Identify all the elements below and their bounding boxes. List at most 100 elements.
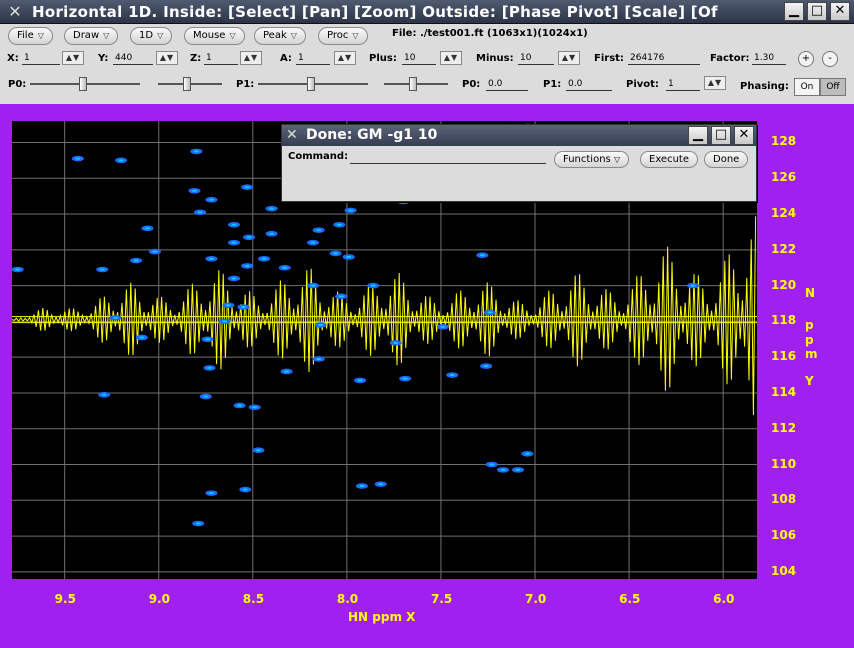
command-input[interactable] [350, 152, 546, 164]
title-bar[interactable]: ✕ Horizontal 1D. Inside: [Select] [Pan] … [0, 0, 854, 24]
y-axis-label-char: m [805, 347, 818, 361]
peak-center [240, 306, 246, 309]
x-tick-label: 7.0 [525, 592, 547, 606]
pivot-field[interactable]: 1 [666, 78, 700, 91]
peak-center [193, 150, 199, 153]
plus-label: Plus: [369, 53, 397, 64]
x-spinner[interactable]: ▲▼ [62, 51, 84, 65]
x-tick-label: 6.0 [713, 592, 735, 606]
p0-value-field[interactable]: 0.0 [486, 78, 528, 91]
phasing-off-button[interactable]: Off [820, 78, 846, 96]
p1-value-field[interactable]: 0.0 [566, 78, 612, 91]
factor-label: Factor: [710, 53, 750, 64]
control-panel: File ▽ Draw ▽ 1D ▽ Mouse ▽ Peak ▽ Proc ▽ File:… [0, 24, 854, 104]
peak-center [500, 468, 506, 471]
factor-field[interactable]: 1.30 [752, 52, 786, 65]
chevron-down-icon: ▽ [290, 31, 297, 40]
peak-center [118, 159, 124, 162]
p0-fine-slider-thumb[interactable] [183, 77, 192, 91]
p0-fine-slider[interactable] [158, 77, 222, 91]
minus-field[interactable]: 10 [518, 52, 554, 65]
proc-menu-button[interactable]: Proc ▽ [318, 27, 368, 45]
p0-slider-thumb[interactable] [78, 77, 87, 91]
peak-center [244, 186, 250, 189]
x-field[interactable]: 1 [22, 52, 60, 65]
pivot-spinner[interactable]: ▲▼ [704, 76, 726, 90]
peak-center [15, 268, 21, 271]
p1-slider[interactable] [258, 77, 368, 91]
done-button[interactable]: Done [704, 151, 749, 168]
peak-center [152, 250, 158, 253]
functions-label: Functions [563, 154, 611, 165]
y-tick-label: 104 [771, 563, 797, 578]
y-field[interactable]: 440 [113, 52, 153, 65]
x-app-icon[interactable]: ✕ [6, 3, 24, 21]
x-app-icon[interactable]: ✕ [286, 127, 298, 143]
plus-field[interactable]: 10 [402, 52, 436, 65]
peak-center [222, 320, 228, 323]
peak-menu-button[interactable]: Peak ▽ [254, 27, 306, 45]
peak-center [203, 395, 209, 398]
peak-center [524, 452, 530, 455]
peak-center [269, 207, 275, 210]
y-label: Y: [98, 53, 109, 64]
z-field[interactable]: 1 [204, 52, 238, 65]
plus-spinner[interactable]: ▲▼ [440, 51, 462, 65]
mouse-menu-button[interactable]: Mouse ▽ [184, 27, 245, 45]
minimize-icon[interactable]: ▁ [784, 2, 804, 21]
peak-center [208, 198, 214, 201]
close-icon[interactable]: ✕ [830, 2, 850, 21]
peak-center [208, 492, 214, 495]
y-tick-label: 122 [771, 241, 797, 256]
z-spinner[interactable]: ▲▼ [240, 51, 262, 65]
a-field[interactable]: 1 [296, 52, 330, 65]
y-axis-label-char: p [805, 318, 814, 332]
x-tick-label: 8.5 [242, 592, 265, 606]
peak-center [393, 341, 399, 344]
1d-menu-button[interactable]: 1D ▽ [130, 27, 173, 45]
execute-button[interactable]: Execute [640, 151, 698, 168]
draw-menu-button[interactable]: Draw ▽ [64, 27, 119, 45]
dialog-title: Done: GM -g1 10 [306, 127, 438, 143]
peak-center [336, 223, 342, 226]
peak-center [378, 483, 384, 486]
peak-center [225, 304, 231, 307]
p1-slider-thumb[interactable] [306, 77, 315, 91]
chevron-down-icon: ▽ [157, 31, 164, 40]
zoom-in-button[interactable]: + [798, 51, 814, 67]
peak-center [197, 211, 203, 214]
peak-center [440, 325, 446, 328]
maximize-icon[interactable]: □ [711, 126, 731, 145]
phasing-on-button[interactable]: On [794, 78, 820, 96]
peak-center [244, 264, 250, 267]
minimize-icon[interactable]: ▁ [688, 126, 708, 145]
peak-center [479, 254, 485, 257]
p1-fine-slider[interactable] [384, 77, 448, 91]
chevron-down-icon: ▽ [352, 31, 359, 40]
peak-center [284, 370, 290, 373]
zoom-out-button[interactable]: - [822, 51, 838, 67]
y-tick-label: 110 [771, 456, 797, 471]
p0-slider[interactable] [30, 77, 140, 91]
minus-spinner[interactable]: ▲▼ [558, 51, 580, 65]
peak-center [515, 468, 521, 471]
close-icon[interactable]: ✕ [734, 126, 754, 145]
dialog-title-bar[interactable]: ✕ Done: GM -g1 10 ▁ □ ✕ [282, 125, 756, 146]
y-axis: 104 106 108 110 112 114 116 118 120 122 124 126 128 N… [757, 121, 854, 591]
y-spinner[interactable]: ▲▼ [156, 51, 178, 65]
peak-center [246, 236, 252, 239]
functions-menu-button[interactable]: Functions ▽ [554, 151, 630, 168]
x-axis-label: HN ppm X [348, 610, 416, 624]
a-spinner[interactable]: ▲▼ [334, 51, 356, 65]
window-controls: ▁ □ ✕ [784, 2, 850, 21]
peak-center [318, 323, 324, 326]
peak-center [269, 232, 275, 235]
y-tick-label: 106 [771, 528, 797, 543]
first-field[interactable]: 264176 [628, 52, 700, 65]
x-tick-label: 9.0 [148, 592, 170, 606]
p1-fine-slider-thumb[interactable] [409, 77, 418, 91]
file-menu-button[interactable]: File ▽ [8, 27, 53, 45]
maximize-icon[interactable]: □ [807, 2, 827, 21]
p0-value-label: P0: [462, 79, 481, 90]
peak-center [487, 311, 493, 314]
